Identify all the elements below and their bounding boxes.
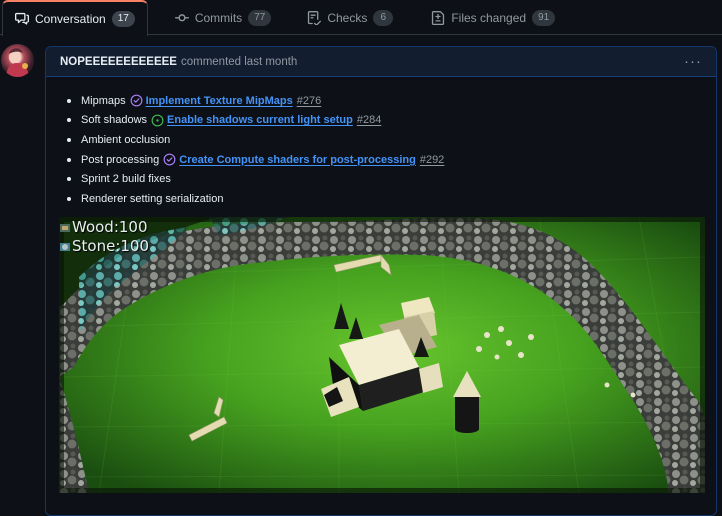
wood-label: Wood:100 <box>72 218 148 236</box>
comment-menu-button[interactable]: ··· <box>684 53 702 70</box>
tab-label: Conversation <box>35 12 106 26</box>
list-item: Soft shadows Enable shadows current ligh… <box>81 111 444 131</box>
tab-label: Commits <box>194 11 243 25</box>
comment-timestamp: commented last month <box>180 55 298 68</box>
issue-link[interactable]: Create Compute shaders for post-processi… <box>179 154 416 166</box>
tab-counter: 77 <box>248 10 272 26</box>
stone-label: Stone:100 <box>72 237 149 255</box>
comment-body-list: Mipmaps Implement Texture MipMaps #276 S… <box>81 91 444 209</box>
comment-card: NOPEEEEEEEEEEEE commented last month ···… <box>45 46 717 516</box>
game-scene <box>59 217 705 493</box>
issue-closed-icon <box>163 153 176 166</box>
file-diff-icon <box>432 11 445 25</box>
list-item-label: Renderer setting serialization <box>81 192 224 205</box>
list-item: Ambient occlusion <box>81 130 444 150</box>
issue-number[interactable]: #284 <box>357 114 381 126</box>
comment-header: NOPEEEEEEEEEEEE commented last month ··· <box>46 47 716 77</box>
tab-counter: 91 <box>532 10 556 26</box>
game-screenshot[interactable]: Wood:100 Stone:100 <box>59 217 705 493</box>
list-item-label: Post processing <box>81 153 160 166</box>
list-item-label: Mipmaps <box>81 94 126 107</box>
issue-number[interactable]: #292 <box>420 154 444 166</box>
checks-icon <box>308 11 322 25</box>
issue-link[interactable]: Enable shadows current light setup <box>167 114 353 126</box>
tab-counter: 6 <box>373 10 394 26</box>
issue-number[interactable]: #276 <box>297 95 321 107</box>
issue-open-icon <box>151 114 164 127</box>
avatar-image <box>6 48 29 77</box>
tab-files-changed[interactable]: Files changed 91 <box>418 0 568 35</box>
tab-label: Files changed <box>451 11 527 25</box>
tab-counter: 17 <box>111 11 135 27</box>
list-item: Mipmaps Implement Texture MipMaps #276 <box>81 91 444 111</box>
wood-icon <box>60 223 70 232</box>
tab-commits[interactable]: Commits 77 <box>162 0 284 35</box>
tab-label: Checks <box>327 11 368 25</box>
conversation-icon <box>15 12 29 25</box>
issue-link[interactable]: Implement Texture MipMaps <box>146 95 293 107</box>
tab-checks[interactable]: Checks 6 <box>294 0 406 35</box>
list-item-label: Ambient occlusion <box>81 133 171 146</box>
stone-resource: Stone:100 <box>59 237 149 256</box>
pr-tab-bar: Conversation 17 Commits 77 Checks 6 File… <box>0 0 722 36</box>
list-item: Sprint 2 build fixes <box>81 169 444 189</box>
tab-conversation[interactable]: Conversation 17 <box>2 0 148 36</box>
resource-hud: Wood:100 Stone:100 <box>59 218 149 256</box>
avatar[interactable] <box>1 44 34 77</box>
list-item-label: Sprint 2 build fixes <box>81 173 171 186</box>
wood-resource: Wood:100 <box>59 218 149 237</box>
stone-icon <box>60 242 70 251</box>
issue-closed-icon <box>130 94 143 107</box>
commit-icon <box>174 14 189 22</box>
list-item: Renderer setting serialization <box>81 189 444 209</box>
list-item: Post processing Create Compute shaders f… <box>81 150 444 170</box>
list-item-label: Soft shadows <box>81 114 148 127</box>
comment-author[interactable]: NOPEEEEEEEEEEEE <box>60 56 177 68</box>
